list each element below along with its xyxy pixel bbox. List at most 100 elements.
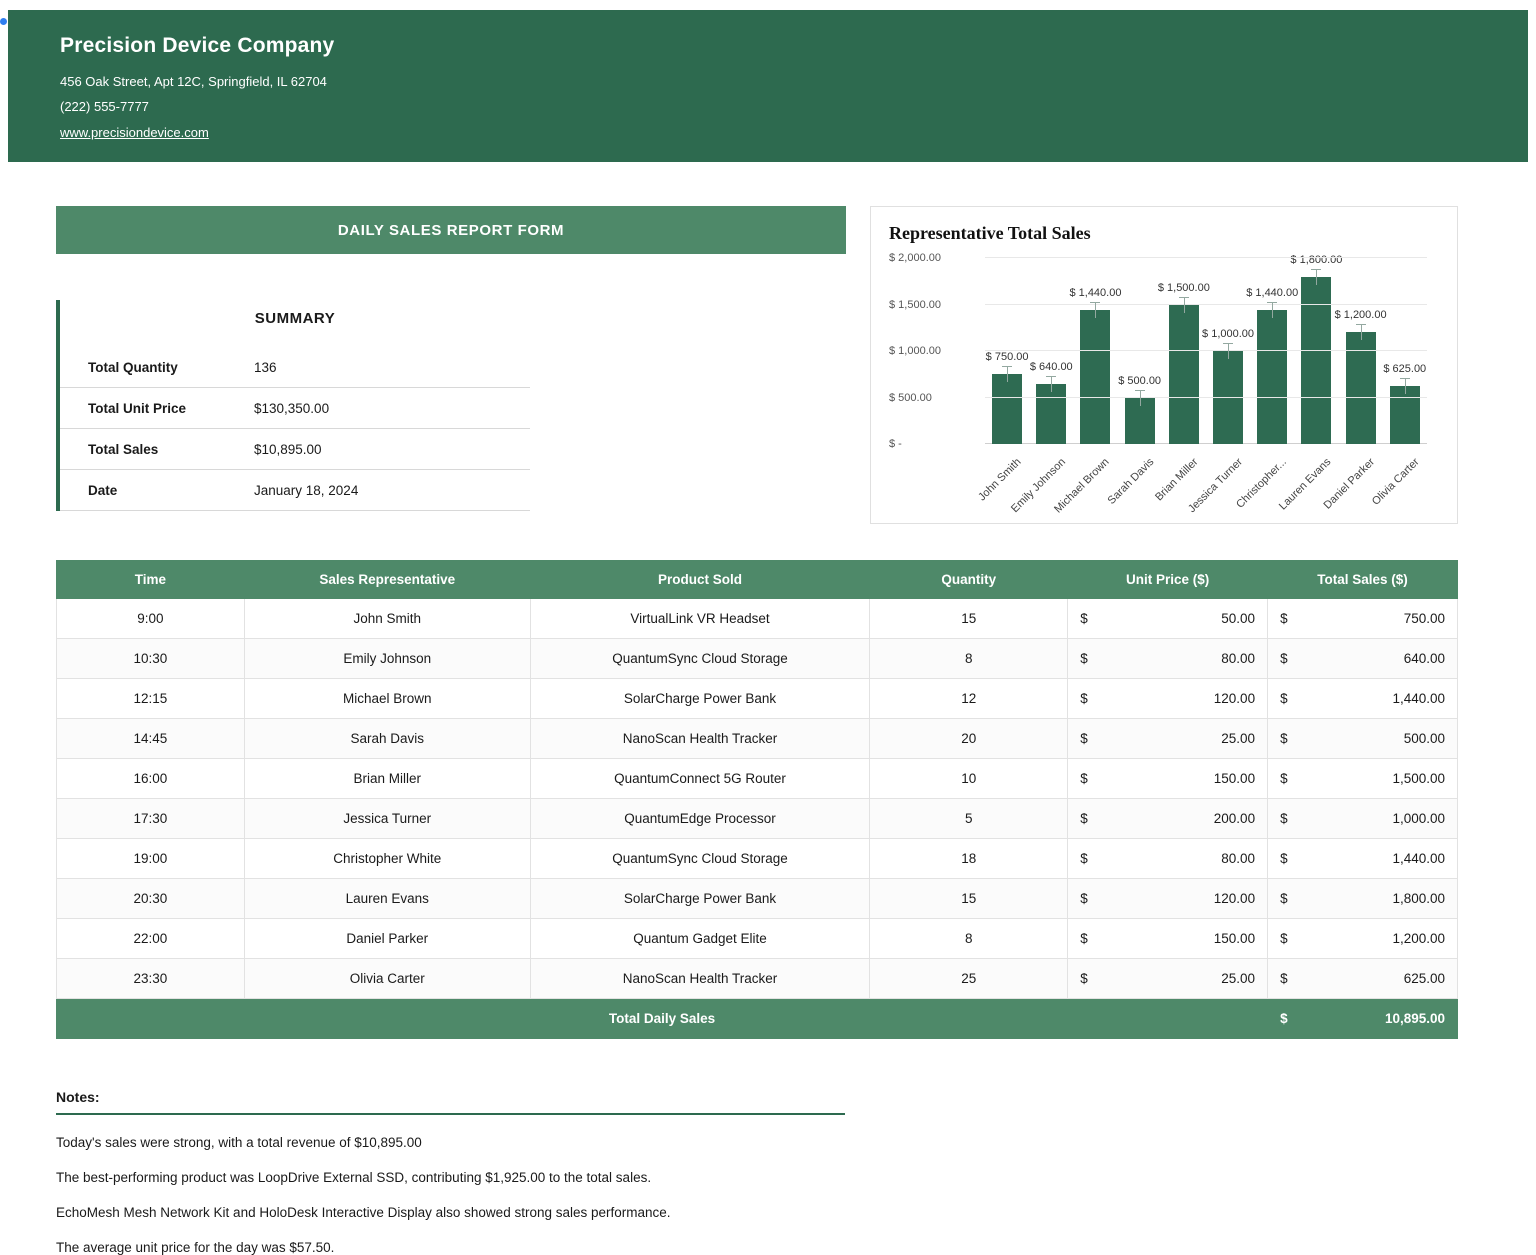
chart-bar <box>1080 310 1110 444</box>
total-sales-cell: $1,500.00 <box>1268 759 1458 799</box>
currency-symbol: $ <box>1280 891 1288 906</box>
time-cell: 22:00 <box>57 919 245 959</box>
chart-y-tick-label: $ 500.00 <box>889 392 979 404</box>
chart-error-bar <box>1355 324 1367 340</box>
company-header: Precision Device Company 456 Oak Street,… <box>8 10 1528 162</box>
sales-rep-cell: Olivia Carter <box>244 959 530 999</box>
sales-rep-cell: Christopher White <box>244 839 530 879</box>
table-total-row: Total Daily Sales $ 10,895.00 <box>57 999 1458 1039</box>
amount: 80.00 <box>1221 651 1255 666</box>
currency-symbol: $ <box>1080 891 1088 906</box>
quantity-cell: 18 <box>870 839 1068 879</box>
unit-price-cell: $80.00 <box>1068 639 1268 679</box>
summary-panel: SUMMARY Total Quantity136Total Unit Pric… <box>56 300 530 511</box>
amount: 120.00 <box>1214 691 1255 706</box>
amount: 1,500.00 <box>1392 771 1445 786</box>
table-row: 16:00Brian MillerQuantumConnect 5G Route… <box>57 759 1458 799</box>
unit-price-cell: $50.00 <box>1068 599 1268 639</box>
chart-y-tick-label: $ 2,000.00 <box>889 252 979 264</box>
quantity-cell: 15 <box>870 599 1068 639</box>
table-row: 17:30Jessica TurnerQuantumEdge Processor… <box>57 799 1458 839</box>
currency-symbol: $ <box>1280 931 1288 946</box>
time-cell: 16:00 <box>57 759 245 799</box>
chart-bar <box>1257 310 1287 444</box>
amount: 1,440.00 <box>1392 851 1445 866</box>
chart-bar <box>992 374 1022 444</box>
amount: 640.00 <box>1404 651 1445 666</box>
column-header: Quantity <box>870 561 1068 599</box>
product-cell: Quantum Gadget Elite <box>530 919 870 959</box>
currency-symbol: $ <box>1080 651 1088 666</box>
currency-symbol: $ <box>1280 691 1288 706</box>
chart-error-bar <box>1310 269 1322 285</box>
summary-row: Total Quantity136 <box>60 347 530 388</box>
chart-gridline <box>985 304 1427 305</box>
chart-bar-column: $ 1,800.00 <box>1294 254 1338 444</box>
currency-symbol: $ <box>1080 611 1088 626</box>
column-header: Total Sales ($) <box>1268 561 1458 599</box>
chart-data-label: $ 640.00 <box>1030 361 1073 373</box>
amount: 25.00 <box>1221 731 1255 746</box>
amount: 1,800.00 <box>1392 891 1445 906</box>
product-cell: QuantumSync Cloud Storage <box>530 839 870 879</box>
currency-symbol: $ <box>1280 971 1288 986</box>
currency-symbol: $ <box>1280 851 1288 866</box>
amount: 1,200.00 <box>1392 931 1445 946</box>
amount: 150.00 <box>1214 931 1255 946</box>
table-row: 12:15Michael BrownSolarCharge Power Bank… <box>57 679 1458 719</box>
sales-table-body: 9:00John SmithVirtualLink VR Headset15$5… <box>57 599 1458 999</box>
chart-bar-column: $ 640.00 <box>1029 361 1073 444</box>
notes-section: Notes: Today's sales were strong, with a… <box>56 1089 1458 1255</box>
time-cell: 9:00 <box>57 599 245 639</box>
summary-row-label: Total Quantity <box>88 360 254 375</box>
chart-x-label: Michael Brown <box>1073 450 1117 518</box>
note-line: The average unit price for the day was $… <box>56 1240 1458 1255</box>
chart-bar-column: $ 1,500.00 <box>1162 282 1206 445</box>
chart-y-tick-label: $ - <box>889 438 979 450</box>
chart-x-label: Daniel Parker <box>1339 450 1383 518</box>
chart-gridline <box>985 397 1427 398</box>
amount: 25.00 <box>1221 971 1255 986</box>
total-daily-sales-amount-cell: $ 10,895.00 <box>1268 999 1458 1039</box>
company-name: Precision Device Company <box>60 34 1488 58</box>
product-cell: SolarCharge Power Bank <box>530 879 870 919</box>
product-cell: QuantumConnect 5G Router <box>530 759 870 799</box>
chart-x-label-text: John Smith <box>976 456 1023 503</box>
product-cell: SolarCharge Power Bank <box>530 679 870 719</box>
chart-y-tick-label: $ 1,000.00 <box>889 345 979 357</box>
table-row: 20:30Lauren EvansSolarCharge Power Bank1… <box>57 879 1458 919</box>
quantity-cell: 15 <box>870 879 1068 919</box>
chart-gridline <box>985 350 1427 351</box>
table-row: 9:00John SmithVirtualLink VR Headset15$5… <box>57 599 1458 639</box>
currency-symbol: $ <box>1080 771 1088 786</box>
total-amount: 10,895.00 <box>1385 1011 1445 1026</box>
chart-error-bar <box>1045 376 1057 392</box>
total-sales-cell: $625.00 <box>1268 959 1458 999</box>
quantity-cell: 12 <box>870 679 1068 719</box>
note-line: EchoMesh Mesh Network Kit and HoloDesk I… <box>56 1205 1458 1220</box>
amount: 150.00 <box>1214 771 1255 786</box>
currency-symbol: $ <box>1080 851 1088 866</box>
total-sales-cell: $1,440.00 <box>1268 839 1458 879</box>
sales-chart: Representative Total Sales $ 750.00$ 640… <box>870 206 1458 524</box>
quantity-cell: 8 <box>870 639 1068 679</box>
company-website-link[interactable]: www.precisiondevice.com <box>60 125 209 140</box>
product-cell: NanoScan Health Tracker <box>530 959 870 999</box>
column-header: Time <box>57 561 245 599</box>
currency-symbol: $ <box>1280 731 1288 746</box>
chart-bar-column: $ 500.00 <box>1118 375 1162 445</box>
sales-rep-cell: Michael Brown <box>244 679 530 719</box>
chart-bar-column: $ 1,200.00 <box>1339 309 1383 444</box>
total-sales-cell: $500.00 <box>1268 719 1458 759</box>
chart-data-label: $ 750.00 <box>986 351 1029 363</box>
chart-canvas: $ 750.00$ 640.00$ 1,440.00$ 500.00$ 1,50… <box>889 258 1439 520</box>
notes-title: Notes: <box>56 1089 845 1115</box>
currency-symbol: $ <box>1280 651 1288 666</box>
report-body: DAILY SALES REPORT FORM SUMMARY Total Qu… <box>0 162 1536 1255</box>
amount: 50.00 <box>1221 611 1255 626</box>
sales-rep-cell: Lauren Evans <box>244 879 530 919</box>
quantity-cell: 8 <box>870 919 1068 959</box>
time-cell: 12:15 <box>57 679 245 719</box>
amount: 1,000.00 <box>1392 811 1445 826</box>
amount: 120.00 <box>1214 891 1255 906</box>
